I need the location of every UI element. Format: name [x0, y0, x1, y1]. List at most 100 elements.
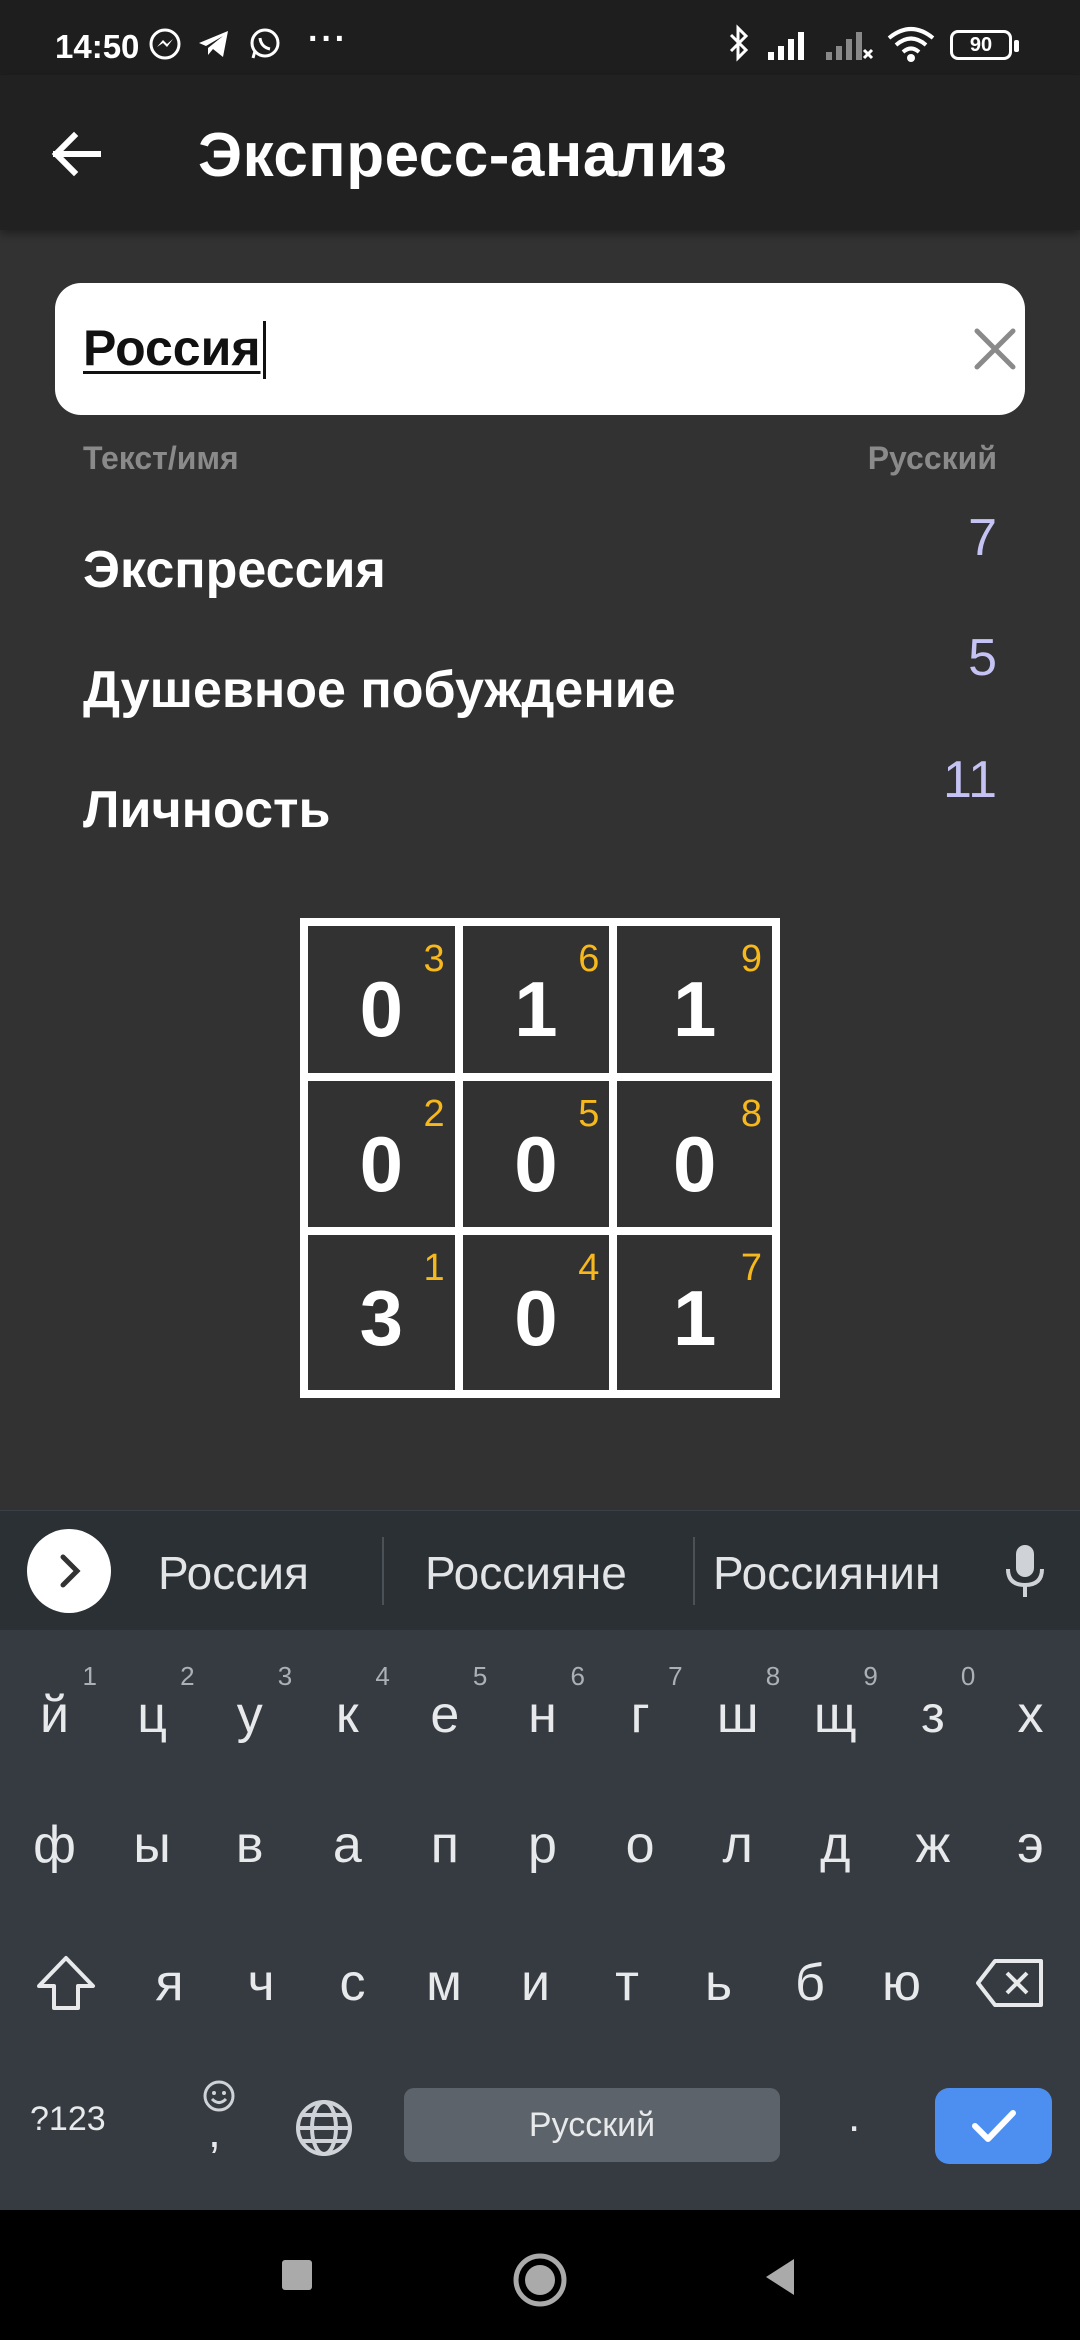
- key-row2-3[interactable]: а: [299, 1785, 396, 1905]
- key-row2-1[interactable]: ы: [104, 1785, 201, 1905]
- cell-index: 3: [423, 938, 445, 980]
- result-value-soul-urge: 5: [968, 629, 997, 687]
- key-hint: 6: [570, 1661, 585, 1691]
- key-row3-7[interactable]: б: [765, 1923, 856, 2043]
- suggestion-divider: [693, 1537, 695, 1605]
- key-label: ц: [137, 1686, 167, 1744]
- search-input-value[interactable]: Россия: [83, 319, 261, 377]
- result-label-soul-urge: Душевное побуждение: [83, 661, 676, 719]
- wifi-icon: [887, 27, 935, 62]
- telegram-icon: [199, 31, 228, 57]
- key-row3-3[interactable]: м: [399, 1923, 490, 2043]
- cell-index: 2: [423, 1092, 445, 1135]
- arrow-left-icon[interactable]: [40, 117, 114, 191]
- suggestion-2[interactable]: Россияне: [425, 1546, 627, 1600]
- grid-cell: 02: [308, 1080, 463, 1236]
- key-4[interactable]: е5: [396, 1655, 493, 1775]
- key-1[interactable]: ц2: [104, 1655, 201, 1775]
- key-0[interactable]: й1: [6, 1655, 103, 1775]
- page-title: Экспресс-анализ: [198, 121, 728, 190]
- signal-off-icon: [826, 32, 874, 60]
- key-label: х: [1017, 1686, 1044, 1744]
- chevron-right-icon: [60, 1554, 81, 1588]
- backspace-icon[interactable]: [975, 1955, 1047, 2011]
- key-row2-5[interactable]: р: [494, 1785, 591, 1905]
- recents-icon[interactable]: [277, 2255, 317, 2295]
- key-row2-0[interactable]: ф: [6, 1785, 103, 1905]
- expand-toolbar-button[interactable]: [27, 1529, 111, 1613]
- key-label: ш: [716, 1686, 759, 1744]
- grid-cell: 05: [462, 1080, 618, 1236]
- key-row3-0[interactable]: я: [124, 1923, 215, 2043]
- emoji-comma-key[interactable]: ,: [196, 2078, 242, 2158]
- space-key[interactable]: Русский: [404, 2088, 780, 2162]
- shift-icon[interactable]: [33, 1950, 99, 2016]
- key-3[interactable]: к4: [299, 1655, 396, 1775]
- symbols-key[interactable]: ?123: [30, 2100, 106, 2139]
- key-label: щ: [813, 1686, 857, 1744]
- more-dots-icon: ···: [308, 20, 348, 58]
- key-row3-6[interactable]: ь: [673, 1923, 764, 2043]
- grid-cell: 17: [617, 1235, 772, 1390]
- grid-cell: 04: [463, 1235, 618, 1390]
- key-2[interactable]: у3: [201, 1655, 298, 1775]
- result-label-personality: Личность: [83, 781, 331, 839]
- psychomatrix-grid: 03 16 19 02 05 08 31 04 17: [300, 918, 780, 1398]
- suggestion-3[interactable]: Россиянин: [713, 1546, 940, 1600]
- key-label: у: [236, 1686, 263, 1744]
- key-hint: 5: [472, 1661, 488, 1691]
- key-row2-10[interactable]: э: [982, 1785, 1079, 1905]
- key-7[interactable]: ш8: [689, 1655, 786, 1775]
- microphone-icon[interactable]: [1000, 1541, 1050, 1603]
- key-row2-4[interactable]: п: [396, 1785, 493, 1905]
- key-row2-2[interactable]: в: [201, 1785, 298, 1905]
- signal-icon: [768, 32, 804, 60]
- key-row2-6[interactable]: о: [592, 1785, 689, 1905]
- key-label: е: [430, 1686, 460, 1744]
- key-label: к: [335, 1686, 359, 1744]
- key-label: з: [920, 1686, 945, 1744]
- grid-cell: 19: [617, 926, 772, 1081]
- messenger-icon: [149, 28, 181, 60]
- key-row2-9[interactable]: ж: [884, 1785, 981, 1905]
- home-icon[interactable]: [510, 2250, 570, 2310]
- bluetooth-icon: [729, 24, 749, 62]
- period-key[interactable]: .: [848, 2092, 860, 2142]
- key-row3-2[interactable]: с: [307, 1923, 398, 2043]
- cell-index: 1: [423, 1247, 445, 1290]
- battery-icon: 90: [950, 30, 1019, 60]
- key-10[interactable]: х: [982, 1655, 1079, 1775]
- key-5[interactable]: н6: [494, 1655, 591, 1775]
- key-hint: 1: [82, 1661, 97, 1691]
- key-label: й: [39, 1686, 70, 1744]
- key-hint: 3: [277, 1661, 293, 1691]
- key-6[interactable]: г7: [592, 1655, 689, 1775]
- key-9[interactable]: з0: [884, 1655, 981, 1775]
- search-input[interactable]: Россия: [55, 283, 1025, 415]
- soft-keyboard: й1ц2у3к4е5н6г7ш8щ9з0х фывапролджэ ячсмит…: [0, 1630, 1080, 2210]
- column-header-language: Русский: [867, 440, 997, 476]
- key-row3-1[interactable]: ч: [216, 1923, 307, 2043]
- checkmark-icon: [972, 2110, 1016, 2142]
- key-row3-8[interactable]: ю: [856, 1923, 947, 2043]
- key-hint: 4: [375, 1661, 390, 1691]
- key-row3-4[interactable]: и: [490, 1923, 581, 2043]
- key-row2-8[interactable]: д: [787, 1785, 884, 1905]
- key-label: г: [630, 1686, 650, 1744]
- key-hint: 2: [180, 1661, 195, 1691]
- key-row3-5[interactable]: т: [582, 1923, 673, 2043]
- whatsapp-icon: [250, 28, 280, 59]
- key-8[interactable]: щ9: [787, 1655, 884, 1775]
- system-nav-bar: [0, 2210, 1080, 2340]
- status-bar: 14:50 ··· 90: [0, 0, 1080, 75]
- cell-index: 4: [578, 1247, 600, 1290]
- status-time: 14:50: [55, 28, 140, 65]
- close-icon[interactable]: [955, 309, 1035, 389]
- key-row2-7[interactable]: л: [689, 1785, 786, 1905]
- enter-key[interactable]: [935, 2088, 1052, 2164]
- suggestion-1[interactable]: Россия: [158, 1546, 309, 1600]
- cell-index: 9: [740, 938, 762, 980]
- globe-icon[interactable]: [292, 2096, 356, 2160]
- back-nav-icon[interactable]: [760, 2255, 800, 2299]
- grid-cell: 31: [308, 1235, 463, 1390]
